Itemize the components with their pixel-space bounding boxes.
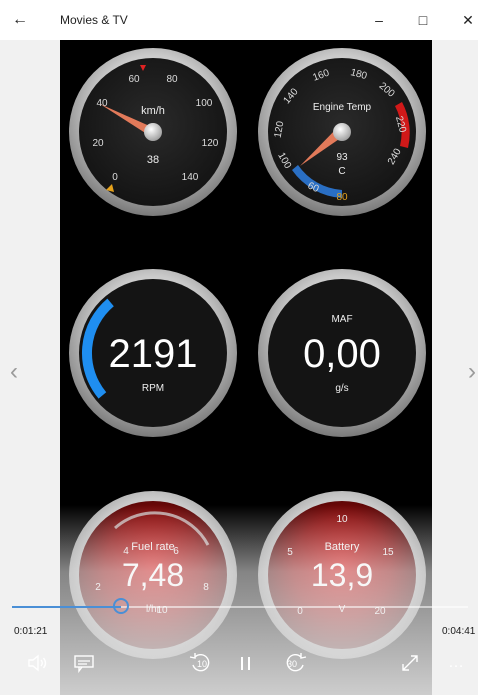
rpm-unit: RPM: [142, 383, 164, 394]
elapsed-time: 0:01:21: [14, 626, 48, 637]
battery-label: Battery: [325, 541, 360, 553]
subtitles-icon[interactable]: [72, 651, 96, 675]
skip-forward-label: 30: [287, 659, 298, 669]
speed-tick: 0: [112, 172, 118, 183]
maf-gauge: MAF 0,00 g/s: [258, 269, 426, 437]
fuel-label: Fuel rate: [131, 541, 174, 553]
volume-icon[interactable]: [26, 651, 50, 675]
maf-value: 0,00: [303, 332, 381, 376]
close-button[interactable]: ✕: [455, 11, 478, 29]
temp-hub: [333, 123, 351, 141]
maf-unit: g/s: [335, 383, 348, 394]
fuel-tick: 8: [203, 582, 209, 593]
speed-tick: 60: [128, 74, 140, 85]
speed-value: 38: [147, 154, 159, 166]
temp-tick: 80: [336, 192, 348, 203]
speed-tick: 100: [196, 98, 213, 109]
speed-tick: 80: [166, 74, 178, 85]
fullscreen-icon[interactable]: [398, 651, 422, 675]
rpm-value: 2191: [109, 332, 198, 376]
rpm-gauge: 2191 RPM: [69, 269, 237, 437]
pause-icon[interactable]: [236, 651, 256, 675]
seek-bar-progress: [12, 606, 121, 608]
back-icon[interactable]: ←: [10, 11, 30, 29]
fuel-rate-gauge: 2 4 6 8 10 Fuel rate 7,48 l/hr: [69, 491, 237, 659]
more-icon[interactable]: …: [444, 651, 468, 675]
battery-tick: 15: [382, 547, 394, 558]
battery-gauge: 0 5 10 15 20 Battery 13,9 V: [258, 491, 426, 659]
speed-gauge: 0 20 40 60 80 100 120 140 km/h 38: [69, 48, 237, 216]
battery-tick: 5: [287, 547, 293, 558]
speed-tick: 140: [182, 172, 199, 183]
app-title: Movies & TV: [60, 13, 128, 27]
seek-thumb[interactable]: [113, 598, 129, 614]
skip-forward-button[interactable]: 30: [280, 651, 310, 675]
maf-label: MAF: [331, 314, 352, 325]
next-icon[interactable]: ›: [468, 360, 476, 384]
skip-back-label: 10: [197, 659, 208, 669]
engine-temp-gauge: 100 120 140 160 180 200 220 240 60 80 En…: [258, 48, 426, 216]
previous-icon[interactable]: ‹: [10, 360, 18, 384]
maximize-button[interactable]: □: [410, 11, 436, 29]
temp-value: 93: [336, 152, 348, 163]
speed-tick: 20: [92, 138, 104, 149]
speed-unit: km/h: [141, 105, 165, 117]
dashboard-gauges: 0 20 40 60 80 100 120 140 km/h 38 100 12…: [69, 48, 426, 659]
speed-tick: 120: [202, 138, 219, 149]
fuel-value: 7,48: [122, 557, 184, 593]
video-frame[interactable]: 0 20 40 60 80 100 120 140 km/h 38 100 12…: [60, 40, 432, 695]
temp-unit: C: [338, 166, 345, 177]
remaining-time: 0:04:41: [442, 626, 476, 637]
battery-tick: 10: [336, 514, 348, 525]
battery-value: 13,9: [311, 557, 373, 593]
title-bar: ← Movies & TV – □ ✕: [0, 0, 478, 40]
fuel-tick: 4: [123, 546, 129, 557]
minimize-button[interactable]: –: [366, 11, 392, 29]
temp-label: Engine Temp: [313, 102, 372, 113]
skip-back-button[interactable]: 10: [186, 651, 216, 675]
fuel-tick: 2: [95, 582, 101, 593]
speed-hub: [144, 123, 162, 141]
